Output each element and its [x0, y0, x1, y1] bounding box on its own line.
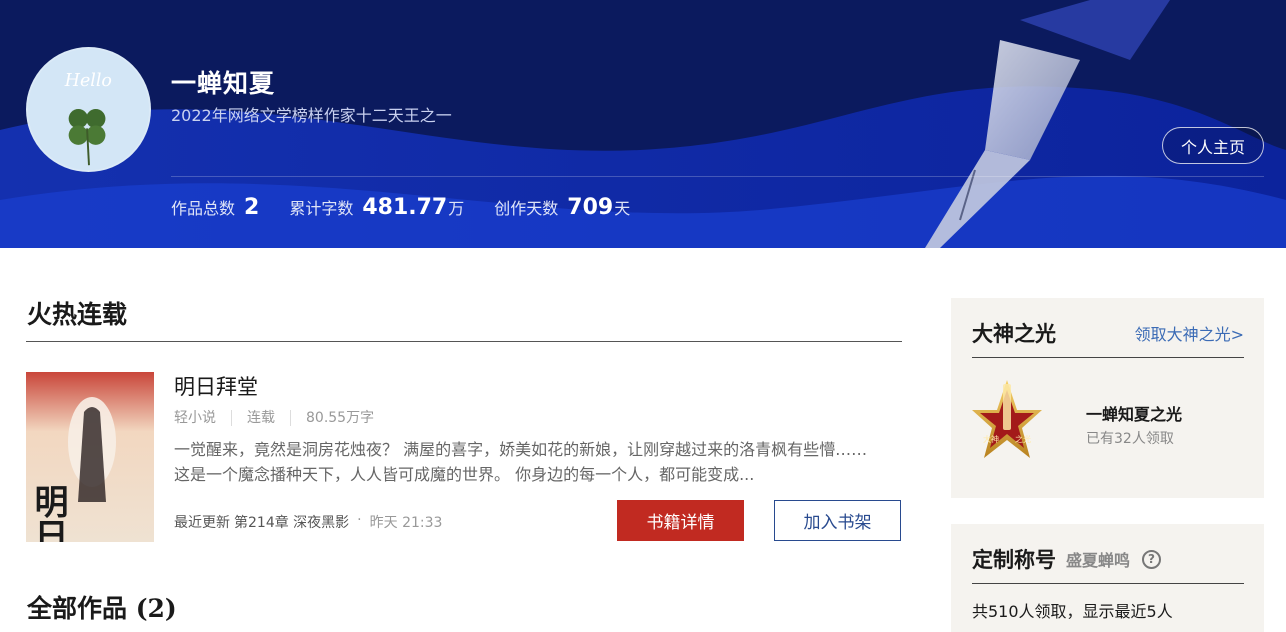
- book-intro: 一觉醒来，竟然是洞房花烛夜？ 满屋的喜字，娇美如花的新娘，让刚穿越过来的洛青枫有…: [174, 440, 868, 484]
- author-title: 2022年网络文学榜样作家十二天王之一: [171, 106, 452, 125]
- book-status: 连载: [231, 410, 290, 426]
- update-time: 昨天 21:33: [369, 515, 443, 531]
- add-to-shelf-button[interactable]: 加入书架: [774, 500, 901, 541]
- custom-title-name: 盛夏蝉鸣: [1066, 551, 1131, 570]
- card-divider: [972, 583, 1244, 584]
- separator-dot: ·: [357, 512, 362, 528]
- stat-unit: 万: [448, 199, 465, 218]
- god-light-title: 大神之光: [972, 321, 1056, 346]
- banner-divider: [171, 176, 1264, 177]
- god-light-card: 大神之光 领取大神之光> 大神 之光 一蝉知夏之光 已有32人领取: [951, 298, 1264, 498]
- book-meta: 轻小说 连载 80.55万字: [174, 410, 389, 426]
- update-label: 最近更新: [174, 515, 230, 531]
- author-banner: Hello 一蝉知夏 2022年网络文学榜样作家十二天王之一 个人主页 作品总数…: [0, 0, 1286, 248]
- hot-serial-heading: 火热连载: [27, 300, 128, 329]
- book-title[interactable]: 明日拜堂: [174, 371, 258, 401]
- latest-chapter-link[interactable]: 第214章 深夜黑影: [234, 512, 349, 532]
- section-divider: [26, 341, 902, 342]
- card-divider: [972, 357, 1244, 358]
- book-cover[interactable]: 明日拜堂: [26, 372, 154, 542]
- clover-avatar-image: Hello: [28, 49, 149, 170]
- god-light-badge: 大神 之光: [970, 376, 1044, 472]
- custom-title-heading: 定制称号: [972, 547, 1056, 572]
- card-header: 大神之光 领取大神之光>: [972, 318, 1244, 348]
- book-cover-image: 明日拜堂: [26, 372, 154, 542]
- book-word-count: 80.55万字: [290, 410, 389, 426]
- stat-value: 709: [567, 195, 614, 220]
- stat-value: 2: [244, 195, 260, 220]
- book-detail-button[interactable]: 书籍详情: [617, 500, 744, 541]
- claim-god-light-link[interactable]: 领取大神之光>: [1135, 321, 1244, 345]
- badge-text-right: 之光: [1015, 434, 1031, 444]
- god-light-claim-count: 已有32人领取: [1086, 431, 1174, 447]
- custom-title-claim-count: 共510人领取，显示最近5人: [972, 602, 1173, 621]
- homepage-button[interactable]: 个人主页: [1162, 127, 1264, 164]
- avatar-hello-text: Hello: [64, 71, 112, 91]
- stat-value: 481.77: [362, 195, 448, 220]
- stat-total-words: 累计字数 481.77 万: [289, 195, 464, 220]
- all-works-heading: 全部作品 (2): [27, 594, 177, 623]
- star-badge-icon: 大神 之光: [972, 380, 1042, 458]
- help-icon[interactable]: ?: [1142, 549, 1162, 569]
- custom-title-card: 定制称号 盛夏蝉鸣 ? 共510人领取，显示最近5人: [951, 524, 1264, 632]
- god-light-name: 一蝉知夏之光: [1086, 405, 1183, 424]
- cover-title-text: 明日拜堂: [28, 484, 68, 542]
- stat-label: 创作天数: [494, 199, 559, 218]
- stat-works-count: 作品总数 2: [171, 195, 259, 220]
- author-stats: 作品总数 2 累计字数 481.77 万 创作天数 709 天: [171, 195, 660, 220]
- badge-text-left: 大神: [983, 434, 999, 444]
- stat-creation-days: 创作天数 709 天: [494, 195, 630, 220]
- book-category[interactable]: 轻小说: [174, 410, 231, 426]
- author-name: 一蝉知夏: [171, 69, 276, 98]
- book-latest-update: 最近更新 第214章 深夜黑影 · 昨天 21:33: [174, 512, 442, 532]
- stat-label: 累计字数: [289, 199, 354, 218]
- card-header: 定制称号 盛夏蝉鸣 ?: [972, 544, 1244, 574]
- stat-label: 作品总数: [171, 199, 236, 218]
- author-avatar[interactable]: Hello: [26, 47, 151, 172]
- stat-unit: 天: [614, 199, 631, 218]
